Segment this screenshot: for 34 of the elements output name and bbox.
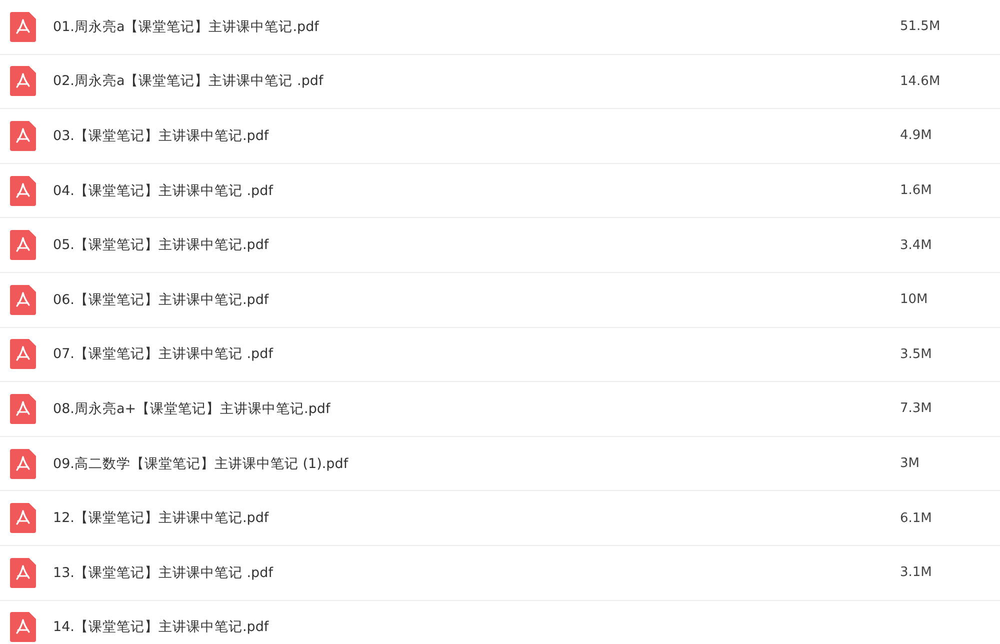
file-size: 51.5M: [900, 19, 940, 34]
pdf-file-icon: [10, 558, 36, 588]
file-name[interactable]: 07.【课堂笔记】主讲课中笔记 .pdf: [53, 345, 900, 364]
file-name[interactable]: 05.【课堂笔记】主讲课中笔记.pdf: [53, 236, 900, 254]
pdf-file-icon: [10, 503, 36, 534]
pdf-file-icon: [10, 176, 36, 206]
file-name[interactable]: 13.【课堂笔记】主讲课中笔记 .pdf: [53, 564, 900, 582]
file-name[interactable]: 12.【课堂笔记】主讲课中笔记.pdf: [53, 509, 900, 528]
pdf-file-icon: [10, 448, 36, 479]
file-name[interactable]: 06.【课堂笔记】主讲课中笔记.pdf: [53, 290, 900, 309]
pdf-file-icon: [10, 230, 36, 260]
file-size: 6.1M: [900, 510, 932, 526]
pdf-file-icon: [10, 120, 36, 151]
pdf-file-icon: [10, 12, 36, 42]
file-name[interactable]: 04.【课堂笔记】主讲课中笔记 .pdf: [53, 182, 900, 200]
file-size: 3M: [900, 456, 920, 472]
file-name[interactable]: 01.周永亮a【课堂笔记】主讲课中笔记.pdf: [53, 18, 900, 36]
pdf-file-icon: [10, 339, 36, 370]
file-name[interactable]: 14.【课堂笔记】主讲课中笔记.pdf: [53, 618, 900, 636]
file-size: 4.9M: [900, 128, 932, 144]
file-size: 1.6M: [900, 183, 932, 198]
pdf-file-icon: [10, 66, 36, 96]
file-name[interactable]: 09.高二数学【课堂笔记】主讲课中笔记 (1).pdf: [53, 454, 900, 473]
file-size: 14.6M: [900, 74, 940, 89]
pdf-file-icon: [10, 394, 36, 424]
file-size: 3.1M: [900, 565, 932, 580]
file-name[interactable]: 02.周永亮a【课堂笔记】主讲课中笔记 .pdf: [53, 72, 900, 90]
file-name[interactable]: 03.【课堂笔记】主讲课中笔记.pdf: [53, 126, 900, 145]
file-name[interactable]: 08.周永亮a+【课堂笔记】主讲课中笔记.pdf: [53, 400, 900, 418]
pdf-file-icon: [10, 284, 36, 315]
file-size: 3.5M: [900, 346, 932, 362]
file-size: 7.3M: [900, 401, 932, 416]
file-size: 10M: [900, 292, 928, 308]
file-size: 3.4M: [900, 238, 932, 253]
